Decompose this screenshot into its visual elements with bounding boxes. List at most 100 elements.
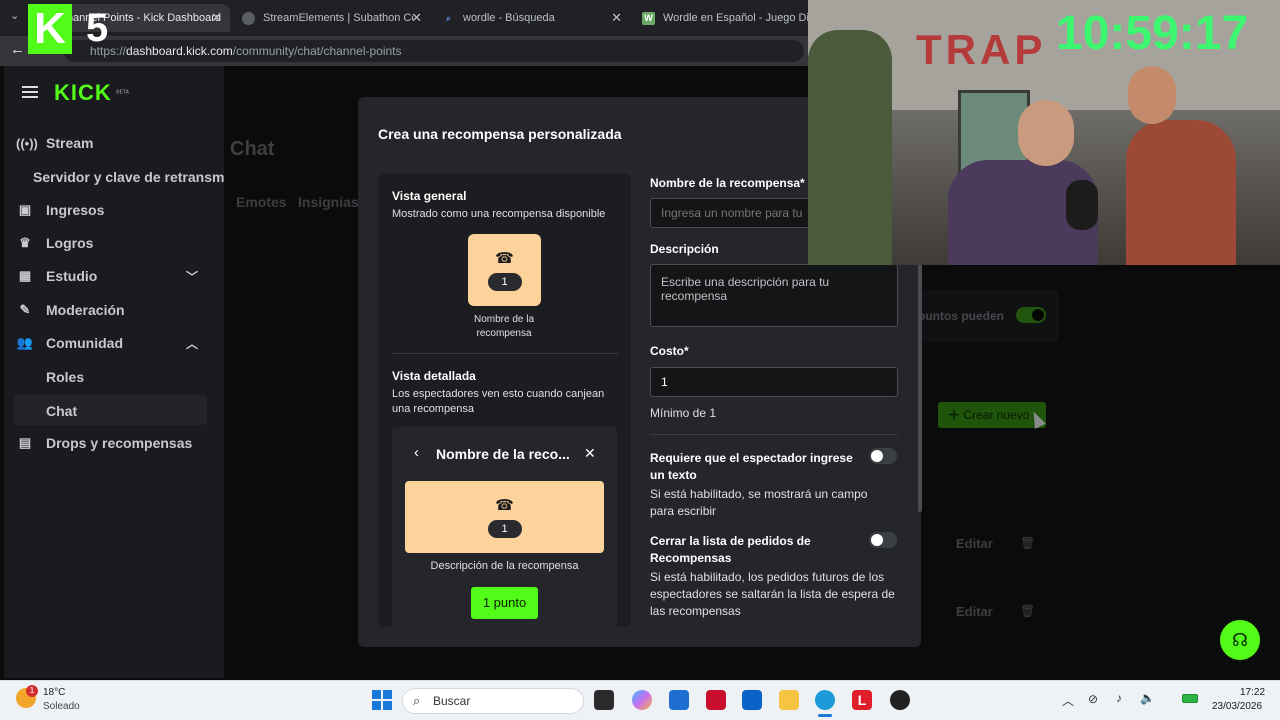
cost-pill: 1 <box>487 273 522 291</box>
wall-graffiti-text: TRAP <box>916 26 1047 73</box>
chevron-down-icon: ﹀ <box>185 269 198 284</box>
taskbar-search[interactable]: ⌕ Buscar <box>402 688 584 714</box>
cost-label: Costo* <box>650 344 689 358</box>
cost-pill: 1 <box>487 520 522 538</box>
sidebar-item-label: Logros <box>46 235 94 251</box>
task-view-icon[interactable] <box>594 690 614 710</box>
description-textarea[interactable]: Escribe una descripción para tu recompen… <box>650 264 898 327</box>
webcam-person-left <box>808 30 892 265</box>
webcam-person-center-head <box>1018 100 1074 166</box>
stream-clock: 10:59:17 <box>1056 7 1249 60</box>
detail-heading: Vista detallada <box>392 369 476 383</box>
sidebar-item-active-bg <box>14 395 207 425</box>
name-input[interactable] <box>650 198 820 228</box>
sidebar-item-moderacion[interactable]: ✎ Moderación <box>16 295 206 325</box>
tab-wordle-search[interactable]: ⌕ wordle - Búsqueda ✕ <box>434 4 630 32</box>
form-scrollbar[interactable] <box>918 264 922 512</box>
sidebar-item-label: Moderación <box>46 302 125 318</box>
sidebar-item-label: Servidor y clave de retransm <box>33 169 225 185</box>
redeem-button-label: 1 punto <box>482 595 527 610</box>
start-button[interactable] <box>372 690 392 710</box>
kick-logo-text: KICK <box>54 80 112 105</box>
sidebar-item-logros[interactable]: ♛ Logros <box>16 228 206 258</box>
stream-badge-k5: K 5 <box>28 4 120 54</box>
sidebar-item-comunidad[interactable]: 👥 Comunidad ︿ <box>16 328 206 358</box>
wallet-icon: ▣ <box>18 202 32 217</box>
mcafee-icon[interactable] <box>706 690 726 710</box>
sidebar-item-estudio[interactable]: ▦ Estudio ﹀ <box>16 261 206 291</box>
sidebar-item-stream[interactable]: ((•)) Stream <box>16 128 206 158</box>
taskbar-search-label: Buscar <box>433 694 471 708</box>
tray-speaker-icon[interactable]: 🔈 <box>1140 691 1155 705</box>
sidebar-item-ingresos[interactable]: ▣ Ingresos <box>16 195 206 225</box>
hamburger-menu-icon[interactable] <box>22 86 38 98</box>
cost-input[interactable]: 1 <box>650 367 898 397</box>
overview-subtitle: Mostrado como una recompensa disponible <box>392 208 606 220</box>
sidebar-item-drops[interactable]: ▤ Drops y recompensas <box>16 428 206 458</box>
detail-description: Descripción de la recompensa <box>430 560 579 572</box>
back-chevron-icon[interactable]: ‹ <box>414 444 419 461</box>
file-explorer-icon[interactable] <box>779 690 799 710</box>
sidebar-item-stream-key[interactable]: Servidor y clave de retransm <box>33 169 224 185</box>
url-field[interactable]: https://dashboard.kick.com/community/cha… <box>64 40 804 62</box>
edge-active-indicator <box>818 714 832 717</box>
overview-reward-card: ☎ 1 <box>468 234 541 306</box>
store-icon[interactable] <box>669 690 689 710</box>
outlook-icon[interactable] <box>742 690 762 710</box>
close-icon[interactable]: ✕ <box>584 445 596 462</box>
tray-microphone-icon[interactable]: ♪ <box>1116 691 1122 705</box>
close-queue-toggle[interactable] <box>869 532 897 548</box>
edge-icon[interactable] <box>815 690 835 710</box>
obs-icon[interactable] <box>890 690 910 710</box>
l-app-icon[interactable]: L <box>852 690 872 710</box>
badge-number: 5 <box>86 6 109 50</box>
taskbar-date[interactable]: 23/03/2026 <box>1212 701 1262 712</box>
tray-chevron-up-icon[interactable]: ︿ <box>1062 692 1074 709</box>
sidebar-item-label: Stream <box>46 135 94 151</box>
kick-logo[interactable]: KICK BETA <box>54 80 129 106</box>
detail-subtitle: Los espectadores ven esto cuando canjean… <box>392 388 605 415</box>
search-icon: ⌕ <box>413 693 421 708</box>
chevron-up-icon: ︿ <box>185 336 198 351</box>
sidebar-item-label: Drops y recompensas <box>46 435 193 451</box>
tab-wordle-es[interactable]: W Wordle en Español - Juego Diario <box>634 4 810 32</box>
sidebar-item-chat[interactable]: Chat <box>46 403 77 419</box>
overview-card-name: Nombre de la recompensa <box>473 314 535 339</box>
sidebar-item-label: Ingresos <box>46 202 105 218</box>
broadcast-icon: ((•)) <box>16 135 38 151</box>
sidebar-item-label: Chat <box>46 403 78 419</box>
close-queue-label: Cerrar la lista de pedidos de Recompensa… <box>650 534 811 565</box>
detail-popup-title: Nombre de la reco... <box>436 446 570 462</box>
require-text-label: Requiere que el espectador ingrese un te… <box>650 451 853 482</box>
search-favicon-icon: ⌕ <box>445 12 452 23</box>
back-arrow-icon[interactable]: ← <box>10 41 25 58</box>
close-icon[interactable]: ✕ <box>411 10 422 26</box>
support-button[interactable]: ☊ <box>1220 620 1260 660</box>
taskbar-time[interactable]: 17:22 <box>1240 687 1265 698</box>
tab-streamelements[interactable]: StreamElements | Subathon Countdown ✕ <box>234 4 430 32</box>
form-divider <box>650 434 898 435</box>
copilot-icon[interactable] <box>632 690 652 710</box>
tray-network-off-icon[interactable]: ⊘ <box>1088 692 1098 706</box>
cost-hint: Mínimo de 1 <box>650 406 717 420</box>
sidebar-item-label: Estudio <box>46 268 98 284</box>
url-domain: dashboard.kick.com <box>126 44 233 58</box>
tab-label: Wordle en Español - Juego Diario <box>663 12 810 24</box>
tab-menu-chevron-icon[interactable]: ⌄ <box>10 9 19 22</box>
description-placeholder: Escribe una descripción para tu recompen… <box>661 275 830 303</box>
headset-icon: ☊ <box>1232 630 1248 650</box>
webcam-person-right <box>1126 120 1236 265</box>
close-icon[interactable]: ✕ <box>611 10 622 26</box>
weather-badge: 1 <box>26 685 38 697</box>
require-text-hint: Si está habilitado, se mostrará un campo… <box>650 487 868 518</box>
redeem-button[interactable]: 1 punto <box>471 587 538 619</box>
studio-icon: ▦ <box>18 268 32 283</box>
badge-k: K <box>28 4 72 54</box>
webcam-person-right-head <box>1128 66 1176 124</box>
require-text-toggle[interactable] <box>869 448 897 464</box>
tray-battery-icon[interactable] <box>1182 694 1198 703</box>
cost-value: 1 <box>661 375 668 389</box>
close-icon[interactable]: ✕ <box>211 10 222 26</box>
sidebar-item-roles[interactable]: Roles <box>46 369 84 385</box>
gift-box-icon: ☎ <box>495 250 514 267</box>
